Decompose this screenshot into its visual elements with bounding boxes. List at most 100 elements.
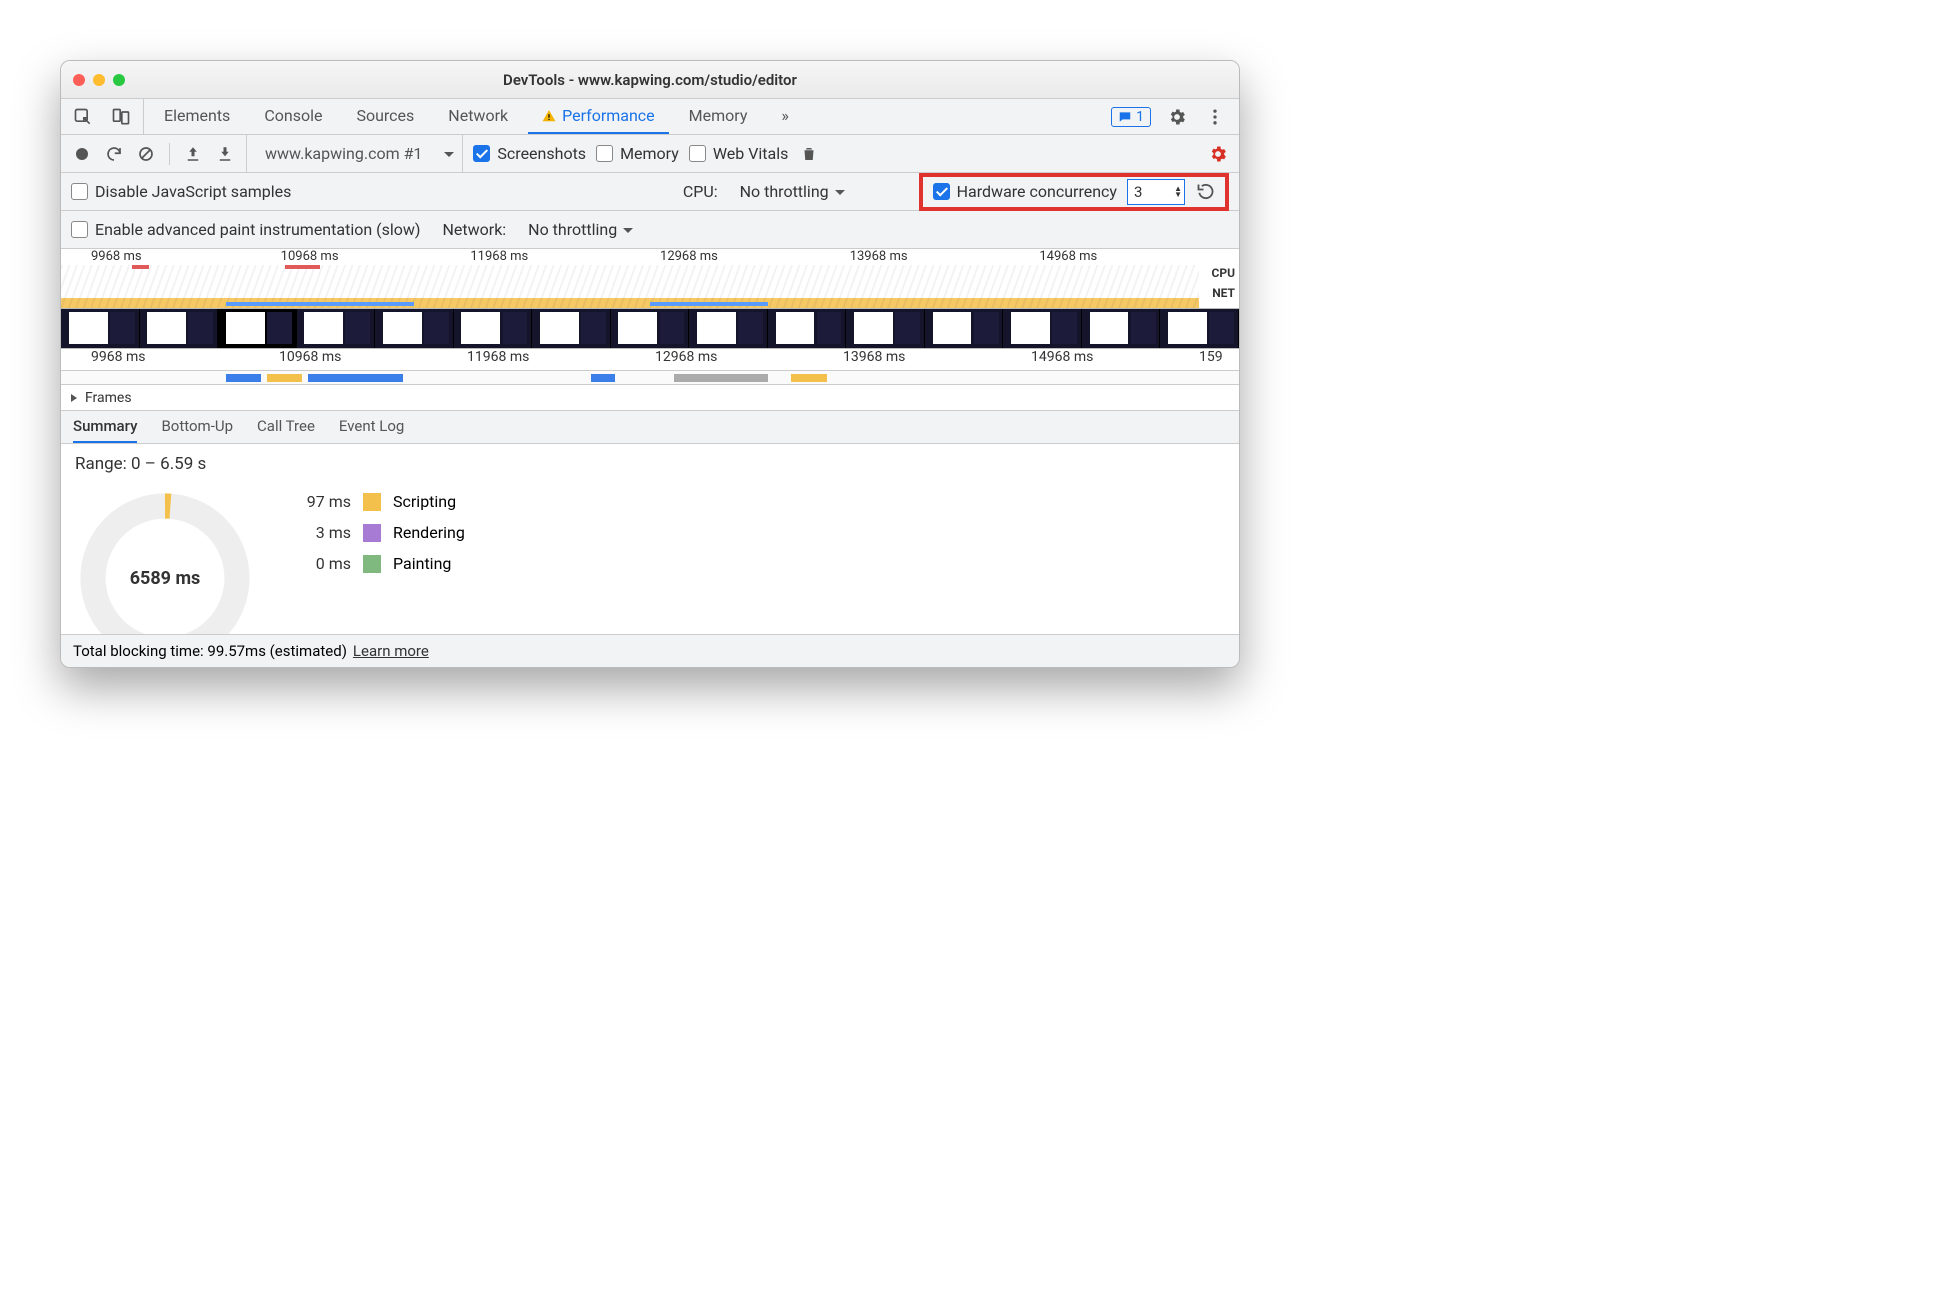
color-swatch xyxy=(363,555,381,573)
tab-label: Summary xyxy=(73,417,137,435)
net-overview-bar xyxy=(226,302,414,306)
memory-checkbox[interactable]: Memory xyxy=(596,144,679,163)
tab-performance[interactable]: Performance xyxy=(528,99,669,134)
screenshots-checkbox[interactable]: Screenshots xyxy=(473,144,586,163)
legend-label: Rendering xyxy=(393,523,465,542)
filmstrip-thumb[interactable] xyxy=(846,309,925,348)
network-throttling-select[interactable]: No throttling xyxy=(528,220,633,239)
tab-network[interactable]: Network xyxy=(434,99,522,134)
tab-elements-label: Elements xyxy=(164,106,230,125)
main-tabbar: Elements Console Sources Network Perform… xyxy=(61,99,1239,135)
hardware-concurrency-checkbox[interactable]: Hardware concurrency xyxy=(933,182,1117,201)
cpu-throttling-select[interactable]: No throttling xyxy=(740,182,845,201)
paint-instrumentation-checkbox[interactable]: Enable advanced paint instrumentation (s… xyxy=(71,220,420,239)
tick: 159 xyxy=(1189,349,1239,370)
filmstrip-thumb[interactable] xyxy=(375,309,454,348)
capture-options-row-1: Disable JavaScript samples CPU: No throt… xyxy=(61,173,1239,211)
tab-memory[interactable]: Memory xyxy=(675,99,762,134)
learn-more-link[interactable]: Learn more xyxy=(353,642,429,660)
disclosure-triangle-icon xyxy=(69,393,79,403)
tick: 14968 ms xyxy=(1001,349,1189,370)
warning-icon xyxy=(542,109,556,123)
legend-row-painting: 0 ms Painting xyxy=(295,554,465,573)
reload-record-button[interactable] xyxy=(103,143,125,165)
tab-sources-label: Sources xyxy=(356,106,414,125)
screenshots-filmstrip[interactable] xyxy=(61,309,1239,349)
overview-timeline[interactable]: 9968 ms 10968 ms 11968 ms 12968 ms 13968… xyxy=(61,249,1239,309)
hardware-concurrency-input[interactable]: 3 ▲▼ xyxy=(1127,179,1185,205)
filmstrip-thumb[interactable] xyxy=(218,309,297,348)
issues-badge[interactable]: 1 xyxy=(1111,107,1151,127)
disable-js-label: Disable JavaScript samples xyxy=(95,182,291,201)
tab-call-tree[interactable]: Call Tree xyxy=(257,411,315,443)
legend-row-scripting: 97 ms Scripting xyxy=(295,492,465,511)
filmstrip-thumb[interactable] xyxy=(140,309,219,348)
titlebar: DevTools - www.kapwing.com/studio/editor xyxy=(61,61,1239,99)
tick: 11968 ms xyxy=(440,249,630,264)
flame-segment xyxy=(791,374,826,382)
tab-overflow[interactable]: » xyxy=(767,99,803,134)
kebab-menu-icon[interactable] xyxy=(1203,105,1227,129)
record-button[interactable] xyxy=(71,143,93,165)
tabbar-right-tools: 1 xyxy=(1099,105,1239,129)
tab-network-label: Network xyxy=(448,106,508,125)
tab-memory-label: Memory xyxy=(689,106,748,125)
load-profile-button[interactable] xyxy=(182,143,204,165)
checkbox-checked-icon xyxy=(473,145,490,162)
toggle-device-icon[interactable] xyxy=(109,105,133,129)
tab-sources[interactable]: Sources xyxy=(342,99,428,134)
origin-select[interactable]: www.kapwing.com #1 xyxy=(246,135,463,172)
inspect-element-icon[interactable] xyxy=(71,105,95,129)
filmstrip-thumb[interactable] xyxy=(1160,309,1239,348)
tick: 9968 ms xyxy=(61,349,249,370)
cpu-label: CPU: xyxy=(683,182,718,201)
filmstrip-thumb[interactable] xyxy=(768,309,847,348)
filmstrip-thumb[interactable] xyxy=(61,309,140,348)
detail-ruler[interactable]: 9968 ms 10968 ms 11968 ms 12968 ms 13968… xyxy=(61,349,1239,371)
tab-elements[interactable]: Elements xyxy=(150,99,244,134)
tab-bottom-up[interactable]: Bottom-Up xyxy=(161,411,233,443)
origin-label: www.kapwing.com #1 xyxy=(265,144,422,163)
capture-settings-icon[interactable] xyxy=(1207,143,1229,165)
save-profile-button[interactable] xyxy=(214,143,236,165)
flame-segment xyxy=(308,374,402,382)
flame-segment xyxy=(674,374,768,382)
filmstrip-thumb[interactable] xyxy=(1082,309,1161,348)
chevron-down-icon xyxy=(444,144,454,163)
network-lane[interactable] xyxy=(61,371,1239,385)
tab-performance-label: Performance xyxy=(562,106,655,125)
tab-label: Call Tree xyxy=(257,417,315,435)
filmstrip-thumb[interactable] xyxy=(532,309,611,348)
tab-event-log[interactable]: Event Log xyxy=(339,411,404,443)
webvitals-checkbox[interactable]: Web Vitals xyxy=(689,144,789,163)
details-tabs: Summary Bottom-Up Call Tree Event Log xyxy=(61,411,1239,444)
net-lane-label: NET xyxy=(1212,283,1236,303)
tab-summary[interactable]: Summary xyxy=(73,411,137,443)
filmstrip-thumb[interactable] xyxy=(297,309,376,348)
summary-panel: Range: 0 – 6.59 s 6589 ms 97 ms Scriptin… xyxy=(61,444,1239,634)
filmstrip-thumb[interactable] xyxy=(1003,309,1082,348)
color-swatch xyxy=(363,524,381,542)
filmstrip-thumb[interactable] xyxy=(689,309,768,348)
reset-hc-button[interactable] xyxy=(1195,181,1217,203)
stepper-icon[interactable]: ▲▼ xyxy=(1174,186,1182,198)
filmstrip-thumb[interactable] xyxy=(454,309,533,348)
devtools-window: DevTools - www.kapwing.com/studio/editor… xyxy=(60,60,1240,668)
tick: 10968 ms xyxy=(249,349,437,370)
legend-label: Painting xyxy=(393,554,451,573)
filmstrip-thumb[interactable] xyxy=(925,309,1004,348)
legend-row-rendering: 3 ms Rendering xyxy=(295,523,465,542)
summary-legend: 97 ms Scripting 3 ms Rendering 0 ms Pain… xyxy=(295,488,465,573)
disable-js-checkbox[interactable]: Disable JavaScript samples xyxy=(71,182,291,201)
tick: 12968 ms xyxy=(625,349,813,370)
filmstrip-thumb[interactable] xyxy=(611,309,690,348)
summary-donut: 6589 ms xyxy=(75,488,255,634)
clear-button[interactable] xyxy=(135,143,157,165)
tab-console[interactable]: Console xyxy=(250,99,336,134)
chevron-double-right-icon: » xyxy=(781,106,789,125)
color-swatch xyxy=(363,493,381,511)
overview-right-labels: CPU NET xyxy=(1212,263,1236,303)
frames-track-header[interactable]: Frames xyxy=(61,385,1239,411)
delete-button[interactable] xyxy=(798,143,820,165)
settings-icon[interactable] xyxy=(1165,105,1189,129)
